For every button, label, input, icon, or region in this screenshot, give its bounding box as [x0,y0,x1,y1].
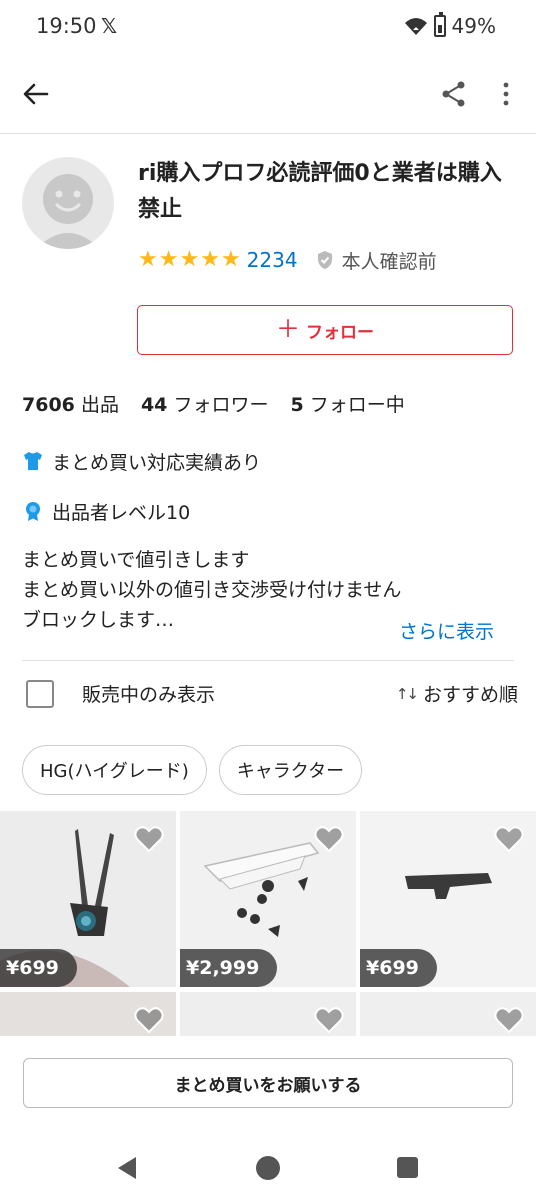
wifi-icon [404,18,427,35]
bio-line: まとめ買い以外の値引き交渉受け付けません [22,579,402,601]
star-icon: ★ [158,247,179,272]
filter-row: 販売中のみ表示 ↑↓ おすすめ順 [22,676,518,712]
share-icon[interactable] [440,80,468,108]
app-bar [0,56,536,134]
x-logo-icon: 𝕏 [101,14,118,38]
sort-label: おすすめ順 [422,684,518,706]
bulk-buy-badge-label: まとめ買い対応実績あり [52,451,262,474]
verification-status: 本人確認前 [341,250,437,273]
on-sale-only-label[interactable]: 販売中のみ表示 [82,680,215,707]
star-icon: ★ [200,247,220,272]
nav-home-icon[interactable] [256,1156,280,1180]
seller-level-label: 出品者レベル10 [52,501,191,524]
price-tag: ¥699 [0,949,77,987]
default-avatar-icon [36,174,100,249]
listings-label: 出品 [80,394,119,416]
price-tag: ¥699 [360,949,437,987]
heart-icon[interactable] [494,825,524,853]
status-time: 19:50 [36,14,97,38]
chip-character[interactable]: キャラクター [218,745,363,795]
followers-stat[interactable]: 44 フォロワー [141,390,269,417]
star-icon: ★ [179,247,200,272]
rating-stars: ★ ★ ★ ★ ★ [138,249,241,271]
battery-icon [433,12,446,37]
chip-hg[interactable]: HG(ハイグレード) [22,745,207,795]
product-tile[interactable] [0,992,176,1041]
star-icon: ★ [138,247,158,272]
heart-icon[interactable] [314,1006,344,1034]
follow-label: フォロー [306,322,374,342]
seller-level-badge: 出品者レベル10 [22,496,190,526]
bio-line: まとめ買いで値引きします [22,549,250,571]
shirt-icon [24,452,42,470]
stats-row: 7606 出品 44 フォロワー 5 フォロー中 [22,390,405,417]
follow-button[interactable]: ＋ フォロー [137,305,513,355]
back-arrow-icon[interactable] [20,78,52,110]
nav-back-icon[interactable] [116,1156,138,1180]
bulk-buy-badge: まとめ買い対応実績あり [22,446,261,476]
plus-icon: ＋ [276,316,300,343]
divider [22,660,514,661]
product-tile[interactable] [180,992,356,1041]
show-more-link[interactable]: さらに表示 [399,617,494,644]
heart-icon[interactable] [134,1006,164,1034]
shop-name: ri購入プロフ必読評価0と業者は購入禁止 [138,161,502,222]
product-tile[interactable] [360,992,536,1041]
avatar[interactable] [22,157,114,249]
rating-count-link[interactable]: 2234 [247,248,298,272]
price-tag: ¥2,999 [180,949,278,987]
nav-recents-icon[interactable] [397,1157,418,1178]
system-nav-bar [0,1136,536,1200]
product-grid: ¥699 ¥2,999 ¥699 [0,811,536,1041]
followers-label: フォロワー [173,394,269,416]
heart-icon[interactable] [494,1006,524,1034]
following-label: フォロー中 [309,394,405,416]
shield-check-icon [317,251,332,269]
bulk-buy-button[interactable]: まとめ買いをお願いする [23,1058,513,1108]
on-sale-only-checkbox[interactable] [26,680,54,708]
sort-dropdown[interactable]: ↑↓ おすすめ順 [396,680,518,707]
listings-stat[interactable]: 7606 出品 [22,390,119,417]
following-stat[interactable]: 5 フォロー中 [290,390,404,417]
heart-icon[interactable] [314,825,344,853]
listings-count: 7606 [22,394,75,416]
star-icon: ★ [220,247,241,272]
category-chips: HG(ハイグレード) キャラクター [22,745,363,795]
product-tile[interactable]: ¥2,999 [180,811,356,987]
product-tile[interactable]: ¥699 [360,811,536,987]
status-right: 49% [404,12,496,38]
product-tile[interactable]: ¥699 [0,811,176,987]
following-count: 5 [290,394,304,416]
medal-icon [26,502,40,521]
followers-count: 44 [140,394,168,416]
heart-icon[interactable] [134,825,164,853]
status-bar: 19:50 𝕏 49% [0,0,536,56]
bulk-buy-bar: まとめ買いをお願いする [0,1036,536,1136]
battery-percent: 49% [451,14,496,38]
sort-arrows-icon: ↑↓ [395,684,419,703]
rating-row[interactable]: ★ ★ ★ ★ ★ 2234 本人確認前 [138,244,437,276]
more-vert-icon[interactable] [496,80,516,108]
